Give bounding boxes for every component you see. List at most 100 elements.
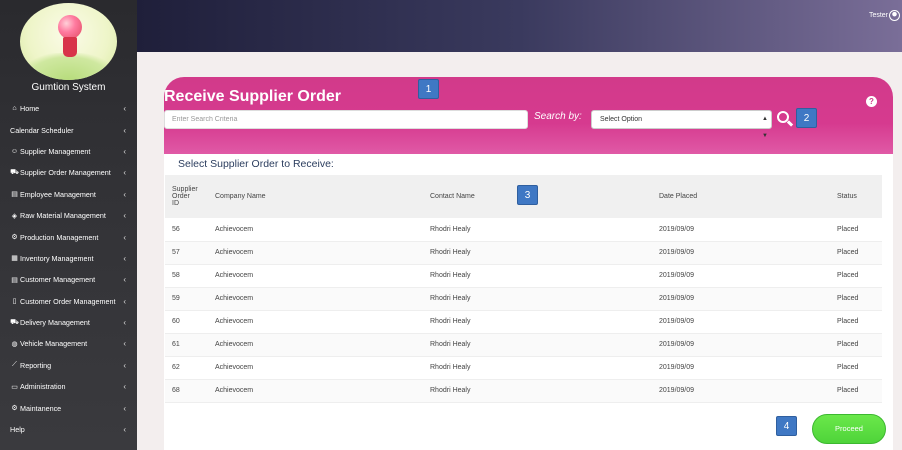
sidebar-item-label: Production Management	[20, 232, 99, 242]
table-cell: Placed	[837, 295, 859, 302]
cogs-icon: ⚙	[11, 234, 18, 242]
sidebar-item-label: Customer Order Management	[20, 296, 116, 306]
table-cell: 2019/09/09	[659, 318, 695, 325]
chevron-left-icon: ‹	[123, 296, 126, 306]
top-bar: Tester	[137, 0, 902, 52]
sidebar-item[interactable]: ◈ Raw Material Management ‹	[0, 205, 137, 226]
table-cell: 2019/09/09	[659, 295, 695, 302]
chevron-left-icon: ‹	[123, 403, 126, 413]
proceed-button[interactable]: Proceed	[812, 414, 886, 444]
sidebar-item[interactable]: ⚙ Production Management ‹	[0, 226, 137, 247]
sidebar-item[interactable]: ◍ Vehicle Management ‹	[0, 333, 137, 354]
select-value: Select Option	[600, 116, 643, 123]
sidebar-item-label: Calendar Scheduler	[10, 125, 74, 135]
page-title: Receive Supplier Order	[164, 88, 341, 105]
address-card-icon: ▤	[11, 276, 18, 284]
gear-icon: ⚙	[11, 405, 18, 413]
column-header[interactable]: Supplier Order ID	[165, 175, 208, 218]
table-row[interactable]: 61 Achievocem Rhodri Healy 2019/09/09 Placed	[165, 333, 882, 356]
id-card-icon: ▤	[11, 191, 18, 199]
sidebar-item[interactable]: ▤ Customer Management ‹	[0, 269, 137, 290]
column-header[interactable]: Status	[830, 175, 882, 218]
table-cell: Rhodri Healy	[430, 249, 471, 256]
sidebar-item[interactable]: Help ‹	[0, 419, 137, 440]
table-row[interactable]: 59 Achievocem Rhodri Healy 2019/09/09 Placed	[165, 287, 882, 310]
table-row[interactable]: 68 Achievocem Rhodri Healy 2019/09/09 Placed	[165, 379, 882, 402]
sidebar-item-label: Home	[20, 104, 40, 114]
marker-3: 3	[517, 185, 538, 205]
sidebar-item[interactable]: ⚙ Maintanence ‹	[0, 397, 137, 418]
sidebar-item[interactable]: Calendar Scheduler ‹	[0, 119, 137, 140]
sidebar-item[interactable]: ⟋ Reporting ‹	[0, 355, 137, 376]
table-row[interactable]: 56 Achievocem Rhodri Healy 2019/09/09 Placed	[165, 218, 882, 241]
sidebar-item-label: Reporting	[20, 360, 52, 370]
page-banner: Receive Supplier Order ? Search by: Sele…	[164, 77, 893, 154]
marker-2: 2	[796, 108, 817, 128]
sidebar-item[interactable]: ▤ Employee Management ‹	[0, 184, 137, 205]
sidebar-item[interactable]: ⌂ Home ‹	[0, 98, 137, 119]
search-icon[interactable]	[775, 109, 795, 129]
sidebar-item-label: Supplier Management	[20, 146, 91, 156]
search-by-label: Search by:	[534, 111, 582, 122]
chevron-left-icon: ‹	[123, 339, 126, 349]
sidebar-item-label: Delivery Management	[20, 318, 90, 328]
table-cell: 2019/09/09	[659, 225, 695, 233]
sidebar-item[interactable]: ☺ Supplier Management ‹	[0, 141, 137, 162]
line-chart-icon: ⟋	[12, 361, 17, 369]
chevron-left-icon: ‹	[123, 189, 126, 199]
content-card: Receive Supplier Order ? Search by: Sele…	[164, 77, 893, 450]
table-row[interactable]: 62 Achievocem Rhodri Healy 2019/09/09 Placed	[165, 356, 882, 379]
table-cell: Achievocem	[215, 272, 254, 279]
table-cell: 61	[172, 341, 180, 348]
chevron-left-icon: ‹	[123, 318, 126, 328]
sidebar-item[interactable]: ▭ Administration ‹	[0, 376, 137, 397]
user-avatar-icon	[889, 10, 900, 21]
sidebar-item-label: Customer Management	[20, 275, 96, 285]
table-cell: 56	[172, 225, 180, 233]
chevron-left-icon: ‹	[123, 211, 126, 221]
column-header[interactable]: Date Placed	[652, 175, 830, 218]
sidebar-item-label: Maintanence	[20, 403, 62, 413]
user-menu[interactable]: Tester	[869, 10, 900, 21]
sidebar-item[interactable]: ▯ Customer Order Management ‹	[0, 291, 137, 312]
table-row[interactable]: 60 Achievocem Rhodri Healy 2019/09/09 Placed	[165, 310, 882, 333]
table-cell: Placed	[837, 341, 859, 348]
section-title: Select Supplier Order to Receive:	[178, 158, 334, 170]
sidebar-item[interactable]: ⛟ Supplier Order Management ‹	[0, 162, 137, 183]
table-cell: Placed	[837, 249, 859, 256]
chevron-left-icon: ‹	[123, 253, 126, 263]
table-cell: Rhodri Healy	[430, 318, 471, 325]
chevron-left-icon: ‹	[123, 382, 126, 392]
users-icon: ☺	[10, 147, 19, 155]
file-icon: ▯	[12, 298, 17, 306]
sidebar: Gumtion System ⌂ Home ‹ Calendar Scheduler ‹…	[0, 0, 137, 450]
table-cell: Rhodri Healy	[430, 341, 471, 348]
sidebar-item-label: Help	[10, 425, 25, 435]
column-header[interactable]: Company Name	[208, 175, 423, 218]
sidebar-item[interactable]: ⛟ Delivery Management ‹	[0, 312, 137, 333]
sidebar-item-label: Employee Management	[20, 189, 96, 199]
table-cell: 2019/09/09	[659, 364, 695, 371]
chevron-left-icon: ‹	[123, 104, 126, 114]
table-cell: Placed	[837, 318, 859, 325]
car-icon: ◍	[11, 340, 18, 348]
table-cell: 2019/09/09	[659, 272, 695, 279]
table-row[interactable]: 58 Achievocem Rhodri Healy 2019/09/09 Placed	[165, 264, 882, 287]
table-cell: Rhodri Healy	[430, 364, 471, 371]
table-cell: 2019/09/09	[659, 341, 695, 348]
table-cell: Placed	[837, 272, 859, 279]
table-row[interactable]: 57 Achievocem Rhodri Healy 2019/09/09 Placed	[165, 241, 882, 264]
table-cell: Placed	[837, 364, 859, 371]
sidebar-item[interactable]: ▦ Inventory Management ‹	[0, 248, 137, 269]
table-cell: Achievocem	[215, 225, 254, 233]
search-input[interactable]	[164, 110, 528, 129]
marker-4: 4	[776, 416, 797, 436]
table-cell: 60	[172, 318, 180, 325]
help-icon[interactable]: ?	[866, 96, 877, 107]
table-cell: 59	[172, 295, 180, 302]
table-cell: Rhodri Healy	[430, 272, 471, 279]
gumball-logo	[20, 3, 117, 80]
table-cell: Placed	[837, 387, 859, 394]
home-icon: ⌂	[12, 105, 17, 113]
search-by-select[interactable]: Select Option ▲ ▼	[591, 110, 772, 139]
